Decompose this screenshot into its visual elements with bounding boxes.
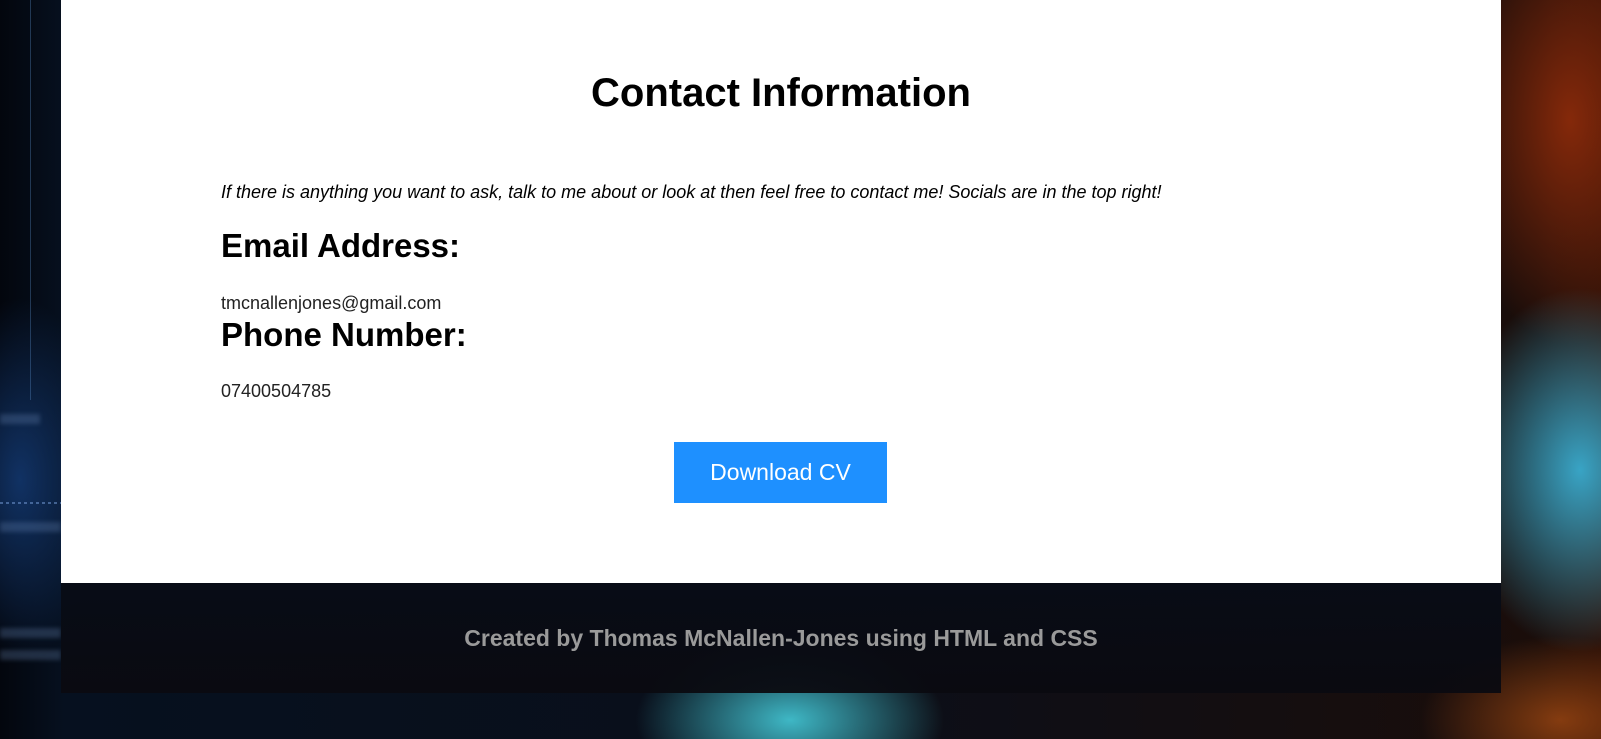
background-decoration	[0, 502, 61, 504]
email-heading: Email Address:	[221, 227, 461, 264]
footer: Created by Thomas McNallen-Jones using H…	[61, 583, 1501, 693]
page-title: Contact Information	[591, 71, 971, 115]
background-decoration	[0, 414, 40, 424]
email-value: tmcnallenjones@gmail.com	[221, 293, 442, 313]
download-cv-button[interactable]: Download CV	[674, 442, 887, 503]
background-decoration	[30, 0, 31, 400]
background-decoration	[0, 522, 61, 532]
contact-content: If there is anything you want to ask, ta…	[221, 180, 1341, 401]
contact-section: Contact Information If there is anything…	[61, 0, 1501, 583]
background-decoration	[0, 650, 61, 660]
background-decoration	[0, 628, 61, 638]
background-image	[0, 0, 61, 739]
phone-value: 07400504785	[221, 381, 332, 401]
phone-heading: Phone Number:	[221, 316, 467, 353]
footer-credit: Created by Thomas McNallen-Jones using H…	[464, 625, 1098, 651]
contact-intro: If there is anything you want to ask, ta…	[221, 182, 1162, 202]
